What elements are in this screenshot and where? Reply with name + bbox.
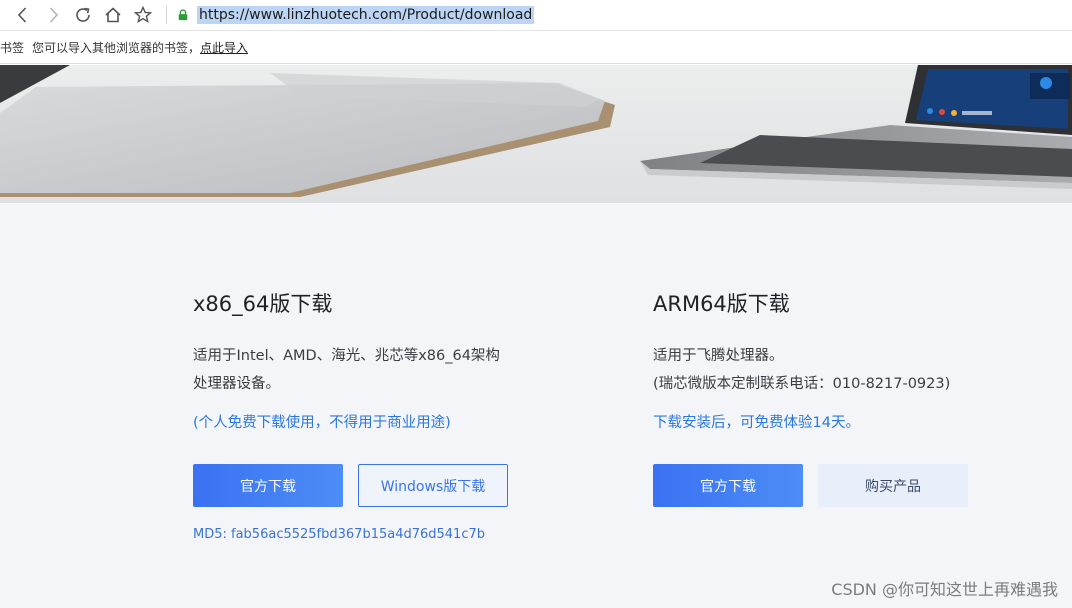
arm-title: ARM64版下载 xyxy=(653,292,790,316)
download-section: x86_64版下载 适用于Intel、AMD、海光、兆芯等x86_64架构 处理… xyxy=(0,203,1072,608)
bookmarks-bar: 书签 您可以导入其他浏览器的书签， 点此导入 xyxy=(0,32,1072,64)
back-button[interactable] xyxy=(8,1,38,29)
browser-toolbar: https://www.linzhuotech.com/Product/down… xyxy=(0,0,1072,31)
windows-download-button[interactable]: Windows版下载 xyxy=(358,464,508,507)
home-icon xyxy=(105,7,121,23)
reload-icon xyxy=(76,7,90,22)
lock-icon xyxy=(177,8,191,22)
import-hint: 您可以导入其他浏览器的书签， xyxy=(32,41,201,55)
chevron-right-icon xyxy=(49,7,59,23)
x86-title: x86_64版下载 xyxy=(193,292,333,316)
forward-button[interactable] xyxy=(38,1,68,29)
toolbar-divider xyxy=(166,6,167,24)
x86-description-line2: 处理器设备。 xyxy=(193,376,280,392)
address-bar[interactable]: https://www.linzhuotech.com/Product/down… xyxy=(197,6,535,24)
x86-description-line1: 适用于Intel、AMD、海光、兆芯等x86_64架构 xyxy=(193,348,500,364)
csdn-watermark: CSDN @你可知这世上再难遇我 xyxy=(831,580,1058,599)
home-button[interactable] xyxy=(98,1,128,29)
arm-description-line1: 适用于飞腾处理器。 xyxy=(653,348,784,364)
x86-license-note: (个人免费下载使用，不得用于商业用途) xyxy=(193,415,451,431)
bookmarks-label: 书签 xyxy=(0,41,25,55)
x86-md5-checksum: MD5: fab56ac5525fbd367b15a4d76d541c7b xyxy=(193,527,485,542)
chevron-left-icon xyxy=(17,7,27,23)
windows-download-label: Windows版下载 xyxy=(380,478,486,495)
hero-illustration xyxy=(0,65,1072,203)
bookmark-star-button[interactable] xyxy=(128,1,158,29)
arm-description-line2: (瑞芯微版本定制联系电话：010-8217-0923) xyxy=(653,376,951,392)
reload-button[interactable] xyxy=(68,1,98,29)
x86-official-download-button[interactable]: 官方下载 xyxy=(193,464,343,507)
arm-trial-note: 下载安装后，可免费体验14天。 xyxy=(653,415,860,431)
buy-product-button[interactable]: 购买产品 xyxy=(818,464,968,507)
arm-official-download-button[interactable]: 官方下载 xyxy=(653,464,803,507)
import-bookmarks-link[interactable]: 点此导入 xyxy=(200,39,248,56)
hero-banner xyxy=(0,65,1072,203)
star-icon xyxy=(133,5,153,23)
